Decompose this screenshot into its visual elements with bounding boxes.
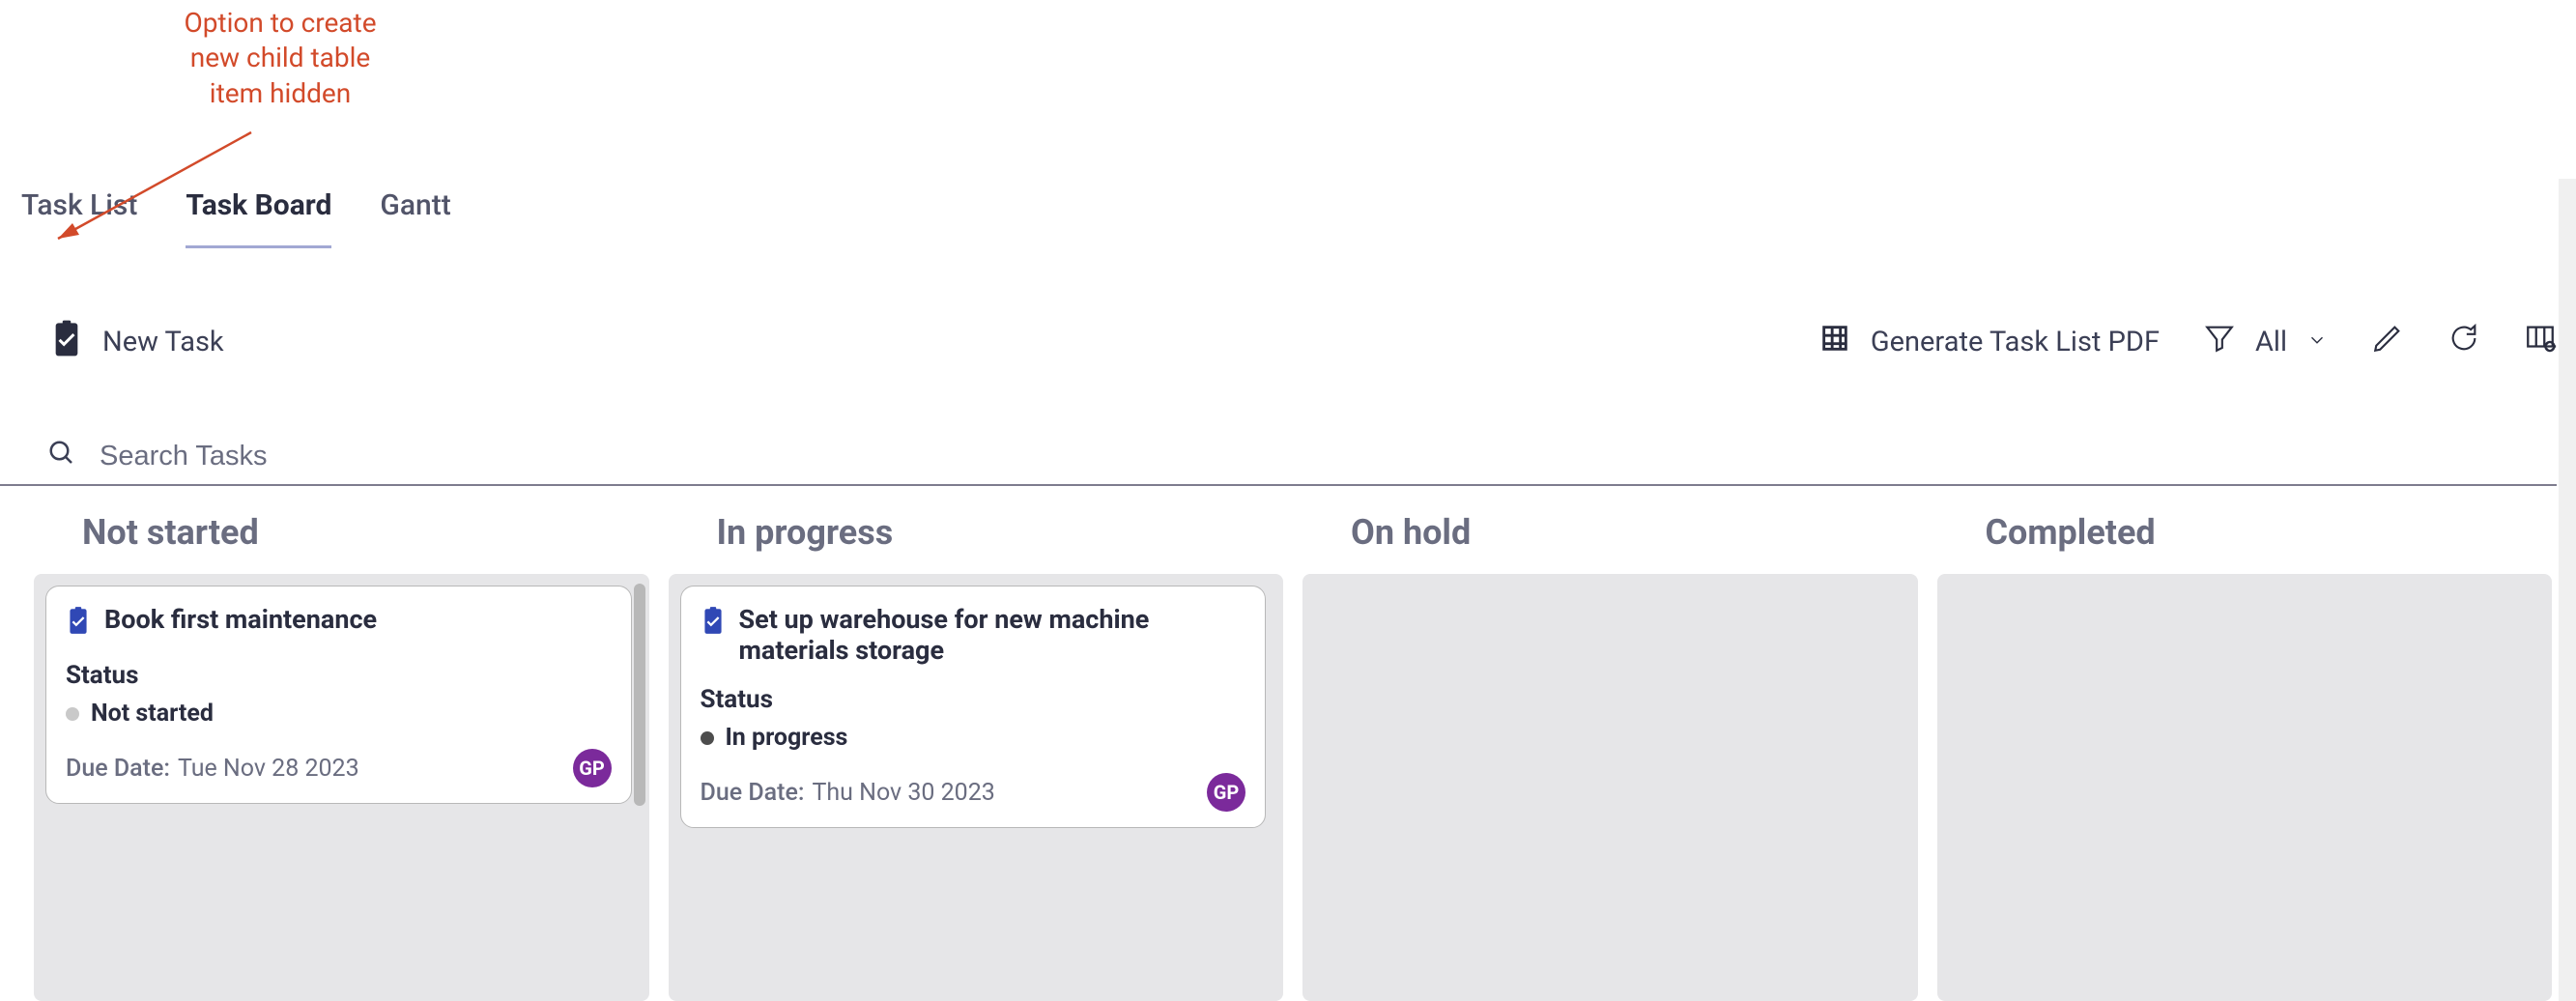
annotation-line-3: item hidden: [116, 76, 444, 111]
generate-pdf-button[interactable]: Generate Task List PDF: [1818, 322, 2160, 362]
annotation-line-1: Option to create: [116, 6, 444, 41]
assignee-avatar[interactable]: GP: [573, 749, 612, 787]
tab-label: Task Board: [186, 188, 331, 222]
status-value-row: In progress: [701, 724, 1246, 752]
column-title: Completed: [1986, 512, 2553, 553]
column-body[interactable]: Set up warehouse for new machine materia…: [669, 574, 1284, 1001]
board-layout-settings-icon: [2524, 322, 2557, 362]
column-title: In progress: [717, 512, 1284, 553]
board-settings-button[interactable]: [2524, 322, 2557, 362]
assignee-initials: GP: [1214, 781, 1240, 804]
column-completed: Completed: [1937, 502, 2553, 1001]
filter-dropdown[interactable]: All: [2203, 322, 2328, 362]
status-value: In progress: [726, 724, 848, 752]
assignee-avatar[interactable]: GP: [1207, 773, 1245, 812]
status-value-row: Not started: [66, 700, 612, 728]
task-title: Set up warehouse for new machine materia…: [739, 604, 1246, 666]
search-input[interactable]: [98, 440, 677, 473]
status-dot-icon: [701, 731, 714, 745]
due-date-label: Due Date:: [701, 779, 805, 807]
page-vertical-scrollbar[interactable]: [2559, 179, 2576, 1001]
kanban-board: Not started Book first maintenance Statu…: [34, 502, 2552, 1001]
due-date-value: Thu Nov 30 2023: [812, 779, 994, 807]
tab-task-board[interactable]: Task Board: [186, 188, 331, 248]
refresh-button[interactable]: [2447, 322, 2480, 362]
search-row: [0, 428, 2557, 486]
column-body[interactable]: [1302, 574, 1918, 1001]
task-title: Book first maintenance: [104, 604, 377, 635]
clipboard-check-icon: [66, 604, 91, 642]
edit-button[interactable]: [2371, 322, 2404, 362]
column-body[interactable]: Book first maintenance Status Not starte…: [34, 574, 649, 1001]
tab-gantt[interactable]: Gantt: [380, 188, 450, 245]
pencil-icon: [2371, 322, 2404, 362]
column-title: On hold: [1351, 512, 1918, 553]
column-scrollbar[interactable]: [634, 584, 645, 806]
task-card[interactable]: Book first maintenance Status Not starte…: [45, 586, 632, 804]
due-date: Due Date: Tue Nov 28 2023: [66, 755, 359, 783]
search-icon: [47, 439, 98, 474]
view-tabs: Task List Task Board Gantt: [21, 188, 451, 248]
new-task-button[interactable]: New Task: [50, 319, 224, 365]
refresh-icon: [2447, 322, 2480, 362]
status-label: Status: [66, 661, 612, 690]
tab-task-list[interactable]: Task List: [21, 188, 137, 245]
due-date: Due Date: Thu Nov 30 2023: [701, 779, 995, 807]
table-grid-icon: [1818, 322, 1851, 362]
funnel-icon: [2203, 322, 2236, 362]
new-task-label: New Task: [102, 326, 224, 358]
column-body[interactable]: [1937, 574, 2553, 1001]
column-title: Not started: [82, 512, 649, 553]
annotation-line-2: new child table: [116, 41, 444, 75]
due-date-label: Due Date:: [66, 755, 170, 783]
column-in-progress: In progress Set up warehouse for new mac…: [669, 502, 1284, 1001]
status-dot-icon: [66, 707, 79, 721]
status-label: Status: [701, 685, 1246, 714]
tab-label: Task List: [21, 188, 137, 222]
annotation-callout: Option to create new child table item hi…: [116, 6, 444, 111]
assignee-initials: GP: [579, 757, 605, 780]
filter-label: All: [2255, 326, 2287, 358]
chevron-down-icon: [2306, 326, 2328, 358]
clipboard-check-icon: [50, 319, 83, 365]
generate-pdf-label: Generate Task List PDF: [1871, 326, 2160, 358]
due-date-value: Tue Nov 28 2023: [178, 755, 359, 783]
column-on-hold: On hold: [1302, 502, 1918, 1001]
task-card[interactable]: Set up warehouse for new machine materia…: [680, 586, 1267, 828]
status-value: Not started: [91, 700, 214, 728]
board-toolbar: New Task Generate Task List PDF All: [0, 315, 2557, 368]
tab-label: Gantt: [380, 188, 450, 222]
clipboard-check-icon: [701, 604, 726, 642]
column-not-started: Not started Book first maintenance Statu…: [34, 502, 649, 1001]
